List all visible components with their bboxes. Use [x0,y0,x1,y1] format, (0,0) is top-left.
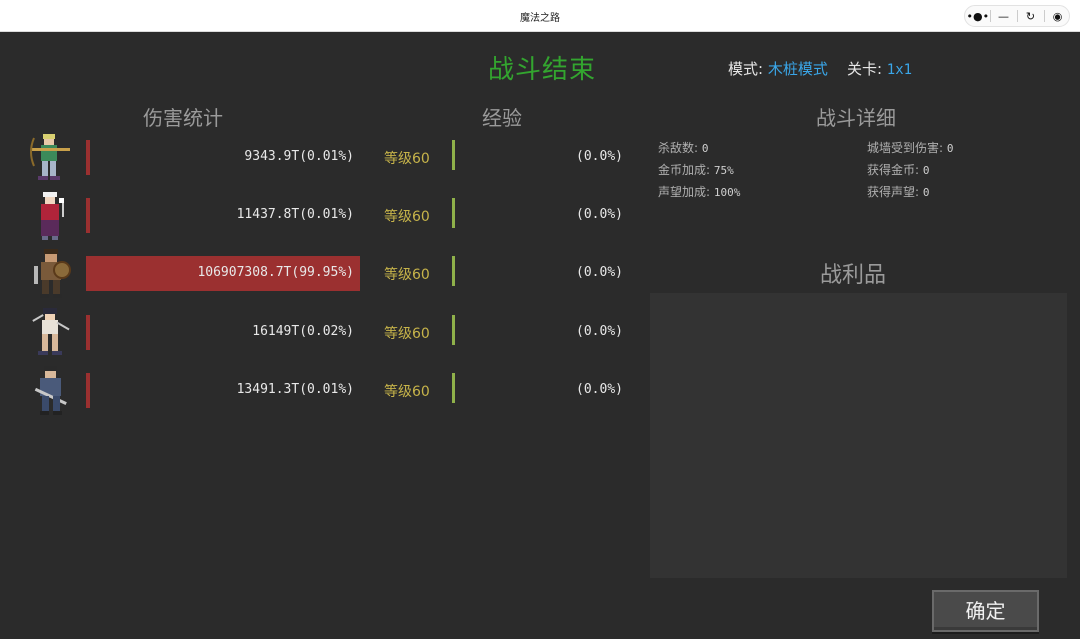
restart-icon[interactable]: ↻ [1021,10,1041,23]
damage-value: 106907308.7T(99.95%) [197,265,354,280]
fame-bonus-stat: 声望加成: 100% [658,183,740,200]
hero-row: 16149T(0.02%) 等级60 (0.0%) [0,308,650,366]
exp-value: (0.0%) [576,324,623,339]
knight-portrait[interactable] [26,365,76,419]
hero-level: 等级60 [384,209,430,225]
damage-value: 16149T(0.02%) [252,324,354,339]
exp-bar [452,315,455,345]
damage-value: 9343.9T(0.01%) [244,149,354,164]
loot-panel [650,293,1067,578]
stage-value: 1x1 [886,62,913,78]
battle-end-title: 战斗结束 [488,55,597,85]
fame-gained-value: 0 [922,186,930,199]
damage-value: 11437.8T(0.01%) [236,207,354,222]
exp-bar [452,140,455,170]
mage-portrait[interactable] [26,190,76,244]
capsule-divider [989,10,991,22]
minimize-icon[interactable]: — [994,10,1014,23]
gold-gained-label: 获得金币: [867,163,920,177]
exp-value: (0.0%) [576,265,623,280]
close-target-icon[interactable]: ◉ [1048,10,1068,23]
mode-value: 木桩模式 [767,60,828,78]
kills-value: 0 [701,142,709,155]
more-icon[interactable]: •●• [967,10,990,23]
fame-gained-label: 获得声望: [867,185,920,199]
window-title: 魔法之路 [520,13,560,24]
exp-bar [452,373,455,403]
stage-label: 关卡: [846,60,882,78]
capsule-divider [1043,10,1045,22]
gold-bonus-stat: 金币加成: 75% [658,161,734,178]
mode-info: 模式: 木桩模式 关卡: 1x1 [728,58,912,79]
warrior-portrait[interactable] [26,248,76,302]
exp-value: (0.0%) [576,207,623,222]
capsule-divider [1016,10,1018,22]
loot-heading: 战利品 [820,263,887,288]
gold-bonus-label: 金币加成: [658,163,711,177]
kills-stat: 杀敌数: 0 [658,139,709,156]
exp-value: (0.0%) [576,382,623,397]
wall-damage-label: 城墙受到伤害: [867,141,944,155]
damage-bar [86,140,90,175]
game-window: 魔法之路 •●• — ↻ ◉ 战斗结束 模式: 木桩模式 关卡: 1x1 伤害统… [0,0,1080,639]
window-capsule: •●• — ↻ ◉ [964,5,1070,27]
hero-level: 等级60 [384,326,430,342]
hero-row: 106907308.7T(99.95%) 等级60 (0.0%) [0,249,650,307]
fame-bonus-label: 声望加成: [658,185,711,199]
fame-bonus-value: 100% [713,186,741,199]
hero-level: 等级60 [384,267,430,283]
battle-details-heading: 战斗详细 [816,106,896,130]
fame-gained-stat: 获得声望: 0 [867,183,930,200]
gold-bonus-value: 75% [713,164,734,177]
hero-row: 11437.8T(0.01%) 等级60 (0.0%) [0,191,650,249]
gold-gained-stat: 获得金币: 0 [867,161,930,178]
exp-bar [452,256,455,286]
wall-damage-value: 0 [946,142,954,155]
hero-row: 9343.9T(0.01%) 等级60 (0.0%) [0,133,650,191]
archer-portrait[interactable] [26,132,76,186]
rogue-portrait[interactable] [26,307,76,361]
wall-damage-stat: 城墙受到伤害: 0 [867,139,954,156]
confirm-button[interactable]: 确定 [932,590,1039,632]
exp-heading: 经验 [482,106,522,130]
hero-level: 等级60 [384,384,430,400]
mode-label: 模式: [728,60,764,78]
damage-value: 13491.3T(0.01%) [236,382,354,397]
damage-bar [86,315,90,350]
title-bar: 魔法之路 •●• — ↻ ◉ [0,0,1080,32]
hero-row: 13491.3T(0.01%) 等级60 (0.0%) [0,366,650,424]
hero-level: 等级60 [384,151,430,167]
exp-value: (0.0%) [576,149,623,164]
damage-stats-heading: 伤害统计 [143,106,223,130]
kills-label: 杀敌数: [658,141,699,155]
gold-gained-value: 0 [922,164,930,177]
damage-bar [86,198,90,233]
exp-bar [452,198,455,228]
damage-bar [86,373,90,408]
